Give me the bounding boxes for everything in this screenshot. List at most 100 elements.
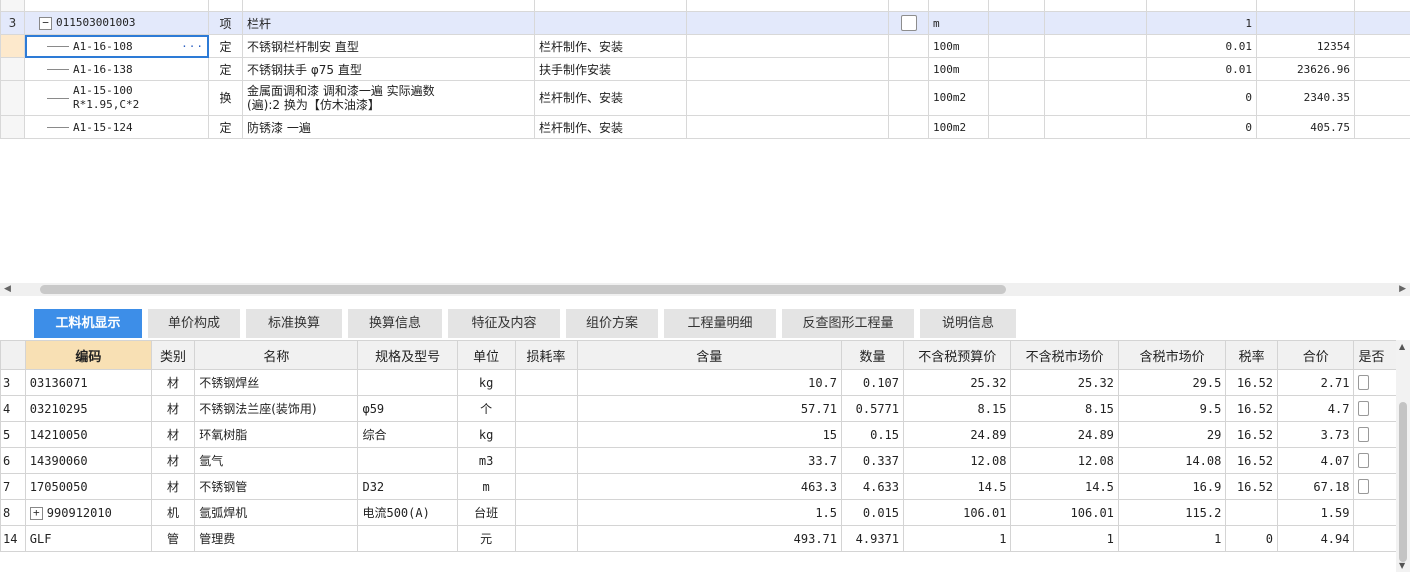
tax-rate[interactable]: 16.52 (1225, 395, 1279, 422)
resource-name[interactable]: 不锈钢管 (194, 473, 359, 500)
item-row[interactable]: A1-15-124 定防锈漆 一遍 栏杆制作、安装 100m2 0 405.75 (0, 115, 1410, 139)
flag-checkbox[interactable] (1358, 453, 1370, 468)
column-header[interactable]: 不含税预算价 (902, 340, 1012, 370)
item-unit-price[interactable]: 12354 (1256, 34, 1355, 58)
tax-rate[interactable]: 16.52 (1225, 421, 1279, 448)
resource-quantity[interactable]: 0.15 (841, 421, 904, 448)
item-feature[interactable]: 栏杆制作、安装 (534, 80, 687, 116)
horizontal-scrollbar[interactable]: ◀ ▶ (0, 283, 1410, 296)
table-row[interactable]: 6 14390060 材 氩气 m3 33.7 0.337 12.08 12.08 14.08 16… (0, 447, 1396, 474)
resource-content[interactable]: 463.3 (576, 473, 843, 500)
tax-incl-market-price[interactable]: 115.2 (1117, 499, 1227, 526)
tax-incl-market-price[interactable]: 29.5 (1117, 369, 1227, 396)
vertical-scrollbar[interactable]: ▲ ▼ (1396, 340, 1410, 572)
tax-incl-market-price[interactable]: 29 (1117, 421, 1227, 448)
resource-content[interactable]: 15 (576, 421, 843, 448)
resource-unit[interactable]: 台班 (456, 499, 516, 526)
column-header[interactable]: 数量 (841, 340, 904, 370)
pre-tax-budget-price[interactable]: 1 (902, 525, 1012, 552)
table-row[interactable]: 5 14210050 材 环氧树脂 综合 kg 15 0.15 24.89 24.89 29 16.5… (0, 421, 1396, 448)
item-code-cell[interactable]: A1-16-138 (24, 57, 209, 81)
tax-rate[interactable]: 0 (1225, 525, 1279, 552)
item-quantity[interactable]: 1 (1146, 11, 1257, 35)
resource-spec[interactable] (357, 369, 458, 396)
pre-tax-budget-price[interactable]: 106.01 (902, 499, 1012, 526)
column-header[interactable]: 规格及型号 (357, 340, 458, 370)
item-code-cell[interactable]: A1-15-100 R*1.95,C*2 (24, 80, 209, 116)
item-quantity[interactable] (1146, 0, 1257, 12)
resource-quantity[interactable]: 0.015 (841, 499, 904, 526)
total-price[interactable]: 4.94 (1277, 525, 1355, 552)
resource-name[interactable]: 管理费 (194, 525, 359, 552)
resource-quantity[interactable]: 0.107 (841, 369, 904, 396)
table-row[interactable]: 14 GLF 管 管理费 元 493.71 4.9371 1 1 1 0 4.94 (0, 525, 1396, 552)
column-header[interactable]: 单位 (456, 340, 516, 370)
tax-rate[interactable]: 16.52 (1225, 369, 1279, 396)
flag-checkbox[interactable] (1358, 479, 1370, 494)
item-name-cell[interactable]: 不锈钢扶手 φ75 直型 (242, 57, 535, 81)
item-feature[interactable]: 扶手制作安装 (534, 57, 687, 81)
resource-unit[interactable]: 个 (456, 395, 516, 422)
resource-quantity[interactable]: 4.633 (841, 473, 904, 500)
resource-name[interactable]: 氩气 (194, 447, 359, 474)
column-header[interactable]: 是否 (1353, 340, 1396, 370)
tab-2[interactable]: 单价构成 (148, 309, 240, 338)
tab-4[interactable]: 换算信息 (348, 309, 442, 338)
resource-name[interactable]: 不锈钢法兰座(装饰用) (194, 395, 359, 422)
item-name-cell[interactable] (242, 0, 535, 12)
item-unit[interactable]: 100m2 (928, 115, 989, 139)
column-header[interactable]: 名称 (194, 340, 359, 370)
flag-checkbox[interactable] (1358, 401, 1370, 416)
flag-checkbox[interactable] (1358, 375, 1370, 390)
pre-tax-market-price[interactable]: 106.01 (1010, 499, 1119, 526)
column-header[interactable]: 类别 (150, 340, 196, 370)
resource-code[interactable]: 03136071 (24, 369, 152, 396)
pre-tax-budget-price[interactable]: 8.15 (902, 395, 1012, 422)
item-name-cell[interactable]: 金属面调和漆 调和漆一遍 实际遍数 (遍):2 换为【仿木油漆】 (242, 80, 535, 116)
column-header[interactable]: 含税市场价 (1117, 340, 1227, 370)
resource-name[interactable]: 不锈钢焊丝 (194, 369, 359, 396)
resource-code[interactable]: 03210295 (24, 395, 152, 422)
tax-rate[interactable]: 16.52 (1225, 473, 1279, 500)
item-unit-price[interactable]: 2340.35 (1256, 80, 1355, 116)
tab-9[interactable]: 说明信息 (920, 309, 1016, 338)
scroll-down-icon[interactable]: ▼ (1399, 561, 1405, 570)
resource-loss-rate[interactable] (514, 421, 578, 448)
resource-name[interactable]: 环氧树脂 (194, 421, 359, 448)
item-unit-price[interactable] (1256, 11, 1355, 35)
table-row[interactable]: 4 03210295 材 不锈钢法兰座(装饰用) φ59 个 57.71 0.5771 8.15… (0, 395, 1396, 422)
column-header[interactable]: 不含税市场价 (1010, 340, 1119, 370)
resource-code[interactable]: GLF (24, 525, 152, 552)
resource-loss-rate[interactable] (514, 395, 578, 422)
resource-code[interactable]: 14390060 (24, 447, 152, 474)
resource-loss-rate[interactable] (514, 473, 578, 500)
tax-incl-market-price[interactable]: 9.5 (1117, 395, 1227, 422)
resource-category[interactable]: 材 (150, 473, 196, 500)
resource-unit[interactable]: m3 (456, 447, 516, 474)
column-header[interactable]: 编码 (24, 340, 152, 370)
item-quantity[interactable]: 0 (1146, 115, 1257, 139)
tab-6[interactable]: 组价方案 (566, 309, 658, 338)
total-price[interactable]: 67.18 (1277, 473, 1355, 500)
total-price[interactable]: 2.71 (1277, 369, 1355, 396)
item-unit[interactable]: 100m (928, 34, 989, 58)
table-row[interactable]: 3 03136071 材 不锈钢焊丝 kg 10.7 0.107 25.32 25.32 29.5… (0, 369, 1396, 396)
tax-rate[interactable] (1225, 499, 1279, 526)
item-unit-price[interactable] (1256, 0, 1355, 12)
pre-tax-budget-price[interactable]: 25.32 (902, 369, 1012, 396)
item-checkbox[interactable] (900, 15, 917, 31)
item-quantity[interactable]: 0 (1146, 80, 1257, 116)
pre-tax-market-price[interactable]: 12.08 (1010, 447, 1119, 474)
item-quantity[interactable]: 0.01 (1146, 57, 1257, 81)
resource-quantity[interactable]: 0.337 (841, 447, 904, 474)
pre-tax-market-price[interactable]: 14.5 (1010, 473, 1119, 500)
resource-spec[interactable]: φ59 (357, 395, 458, 422)
item-row[interactable]: A1-16-108 ··· 定不锈钢栏杆制安 直型 栏杆制作、安装 100m 0.01 12… (0, 34, 1410, 58)
resource-category[interactable]: 材 (150, 369, 196, 396)
resource-category[interactable]: 管 (150, 525, 196, 552)
item-unit[interactable]: m (928, 11, 989, 35)
tab-7[interactable]: 工程量明细 (664, 309, 776, 338)
collapse-icon[interactable]: − (39, 16, 52, 30)
column-header[interactable]: 税率 (1225, 340, 1279, 370)
resource-category[interactable]: 材 (150, 421, 196, 448)
